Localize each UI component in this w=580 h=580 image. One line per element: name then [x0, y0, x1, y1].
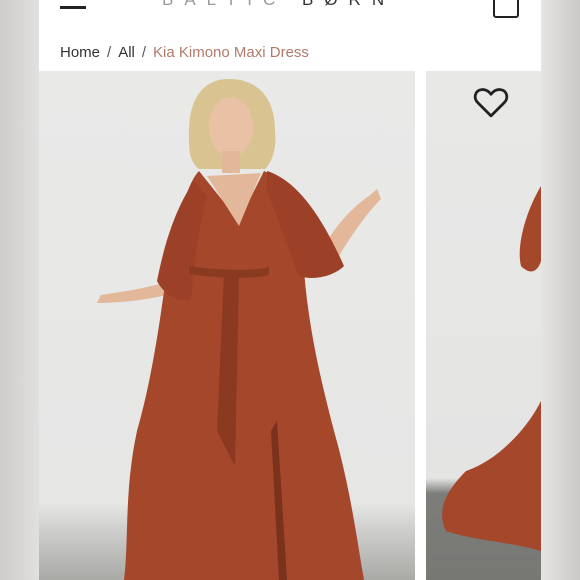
- breadcrumb-separator: /: [107, 44, 112, 61]
- model-illustration-secondary: [442, 186, 541, 551]
- product-image-secondary[interactable]: [426, 71, 541, 580]
- hamburger-menu-icon[interactable]: [60, 0, 86, 14]
- brand-logo[interactable]: BALTIC BØRN: [162, 0, 395, 10]
- logo-left-text: BALTIC: [162, 0, 286, 9]
- model-illustration: [97, 79, 381, 580]
- breadcrumb: Home / All / Kia Kimono Maxi Dress: [60, 44, 309, 61]
- logo-right-text: BØRN: [302, 0, 395, 9]
- shopping-bag-icon[interactable]: [493, 0, 519, 18]
- breadcrumb-current: Kia Kimono Maxi Dress: [153, 44, 309, 61]
- left-backdrop: [0, 0, 39, 580]
- breadcrumb-home-link[interactable]: Home: [60, 44, 100, 61]
- product-page: BALTIC BØRN Home / All / Kia Kimono Maxi Dre…: [39, 0, 541, 580]
- product-image-main[interactable]: [39, 71, 415, 580]
- heart-icon[interactable]: [472, 85, 510, 119]
- breadcrumb-separator: /: [141, 44, 147, 61]
- right-backdrop: [541, 0, 580, 580]
- breadcrumb-all-link[interactable]: All: [118, 44, 135, 61]
